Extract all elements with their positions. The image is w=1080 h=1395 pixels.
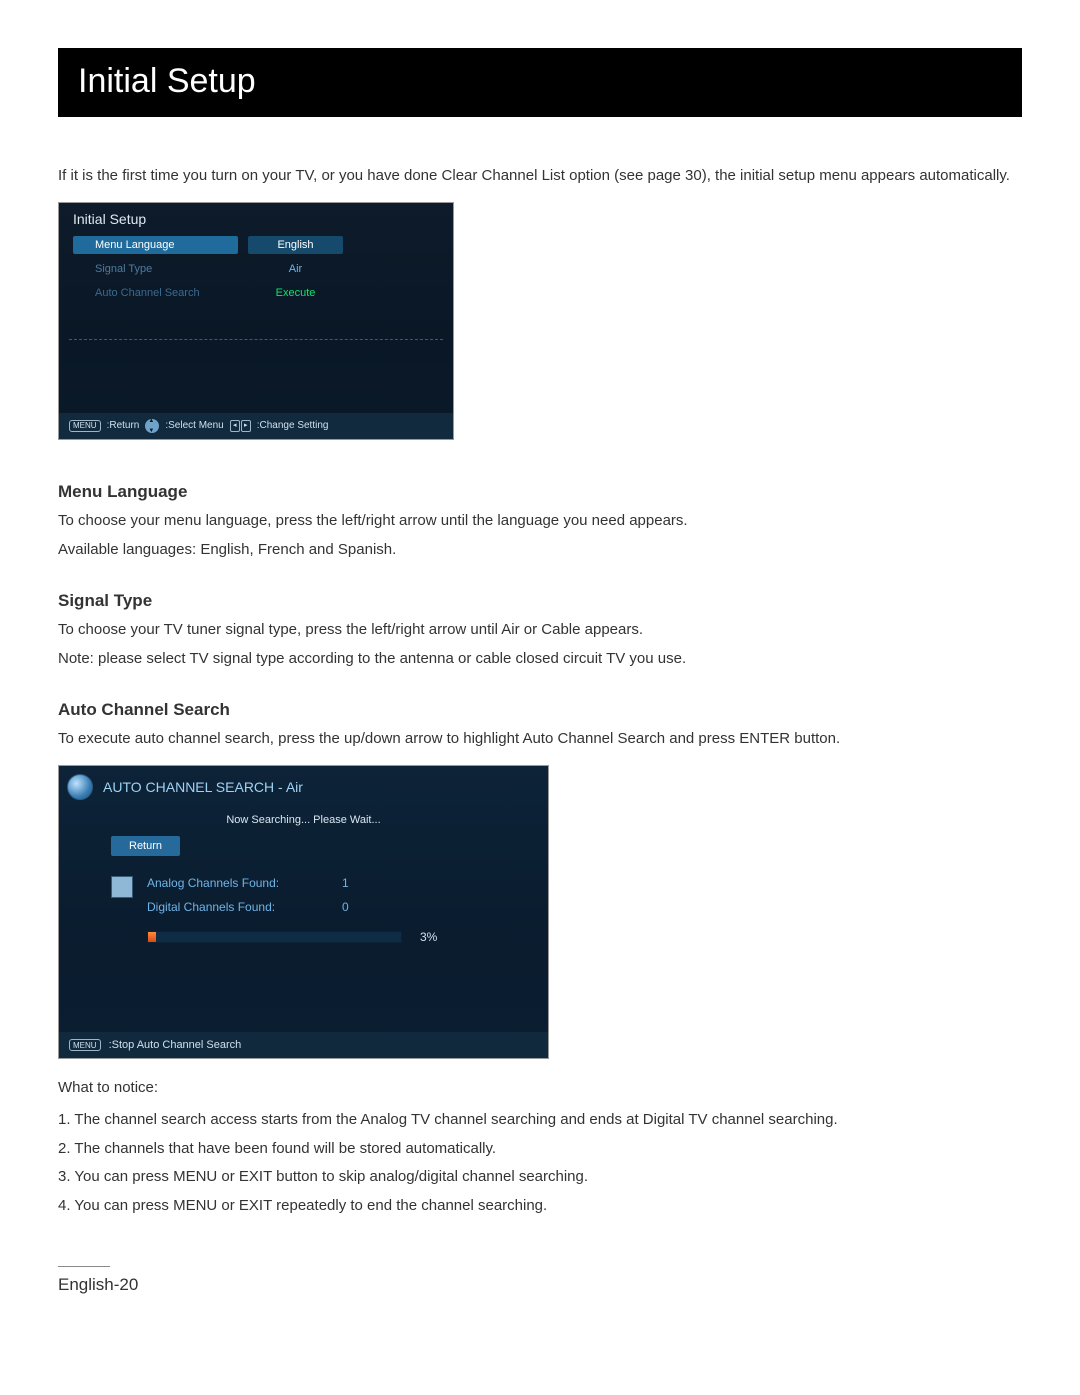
digital-found-value: 0 (342, 900, 349, 914)
section-body: To execute auto channel search, press th… (58, 726, 1022, 752)
section-body: Note: please select TV signal type accor… (58, 646, 1022, 672)
analog-found-line: Analog Channels Found: 1 (147, 876, 349, 890)
osd-row-value: Execute (248, 287, 343, 299)
osd-title: Initial Setup (59, 203, 453, 233)
section-heading: Signal Type (58, 591, 1022, 611)
osd-divider (69, 339, 443, 340)
progress-bar (147, 931, 402, 943)
digital-found-label: Digital Channels Found: (147, 900, 322, 914)
stop-search-label: :Stop Auto Channel Search (109, 1039, 242, 1051)
notice-item: 4. You can press MENU or EXIT repeatedly… (58, 1192, 1022, 1221)
manual-page: Initial Setup If it is the first time yo… (0, 0, 1080, 1395)
footer-select-label: :Select Menu (165, 420, 223, 431)
osd-body: Menu Language English Signal Type Air Au… (59, 233, 453, 305)
found-thumb-icon (111, 876, 133, 898)
section-body: To choose your menu language, press the … (58, 508, 1022, 534)
menu-button-icon: MENU (69, 1039, 101, 1051)
analog-found-value: 1 (342, 876, 349, 890)
globe-icon (67, 774, 93, 800)
notice-item: 3. You can press MENU or EXIT button to … (58, 1163, 1022, 1192)
osd2-header: AUTO CHANNEL SEARCH - Air (59, 766, 548, 804)
progress-percent: 3% (420, 930, 437, 944)
osd2-return-row[interactable]: Return (111, 836, 508, 856)
intro-text: If it is the first time you turn on your… (58, 165, 1022, 188)
analog-found-label: Analog Channels Found: (147, 876, 322, 890)
section-auto-channel-search: Auto Channel Search To execute auto chan… (58, 700, 1022, 752)
osd-row-signal-type[interactable]: Signal Type Air (73, 257, 439, 281)
up-down-arrows-icon (145, 419, 159, 433)
section-heading: Auto Channel Search (58, 700, 1022, 720)
osd-initial-setup: Initial Setup Menu Language English Sign… (58, 202, 454, 440)
return-button[interactable]: Return (111, 836, 180, 856)
osd2-found: Analog Channels Found: 1 Digital Channel… (111, 876, 548, 914)
page-title: Initial Setup (58, 48, 1022, 117)
osd-row-label: Auto Channel Search (73, 287, 238, 299)
section-signal-type: Signal Type To choose your TV tuner sign… (58, 591, 1022, 672)
osd-row-menu-language[interactable]: Menu Language English (73, 233, 439, 257)
osd-footer: MENU :Return :Select Menu ◂▸ :Change Set… (59, 413, 453, 439)
notice-item: 1. The channel search access starts from… (58, 1106, 1022, 1135)
section-body: Available languages: English, French and… (58, 537, 1022, 563)
left-right-arrows-icon: ◂▸ (230, 420, 251, 432)
digital-found-line: Digital Channels Found: 0 (147, 900, 349, 914)
progress-bar-fill (148, 932, 156, 942)
section-menu-language: Menu Language To choose your menu langua… (58, 482, 1022, 563)
osd-row-value: English (248, 236, 343, 254)
page-number: English-20 (58, 1275, 1022, 1295)
osd2-footer: MENU :Stop Auto Channel Search (59, 1032, 548, 1058)
osd-row-auto-channel-search[interactable]: Auto Channel Search Execute (73, 281, 439, 305)
osd2-title: AUTO CHANNEL SEARCH - Air (103, 779, 303, 795)
osd-row-label: Menu Language (73, 236, 238, 254)
osd2-subtitle: Now Searching... Please Wait... (59, 814, 548, 826)
osd2-found-lines: Analog Channels Found: 1 Digital Channel… (147, 876, 349, 914)
osd-row-value: Air (248, 263, 343, 275)
osd-auto-channel-search: AUTO CHANNEL SEARCH - Air Now Searching.… (58, 765, 549, 1059)
menu-button-icon: MENU (69, 420, 101, 432)
page-number-rule (58, 1266, 110, 1267)
progress-bar-wrap: 3% (147, 930, 548, 944)
section-body: To choose your TV tuner signal type, pre… (58, 617, 1022, 643)
footer-return-label: :Return (107, 420, 140, 431)
section-heading: Menu Language (58, 482, 1022, 502)
footer-change-label: :Change Setting (257, 420, 329, 431)
notice-item: 2. The channels that have been found wil… (58, 1135, 1022, 1164)
osd-row-label: Signal Type (73, 263, 238, 275)
notice-heading: What to notice: (58, 1079, 1022, 1096)
